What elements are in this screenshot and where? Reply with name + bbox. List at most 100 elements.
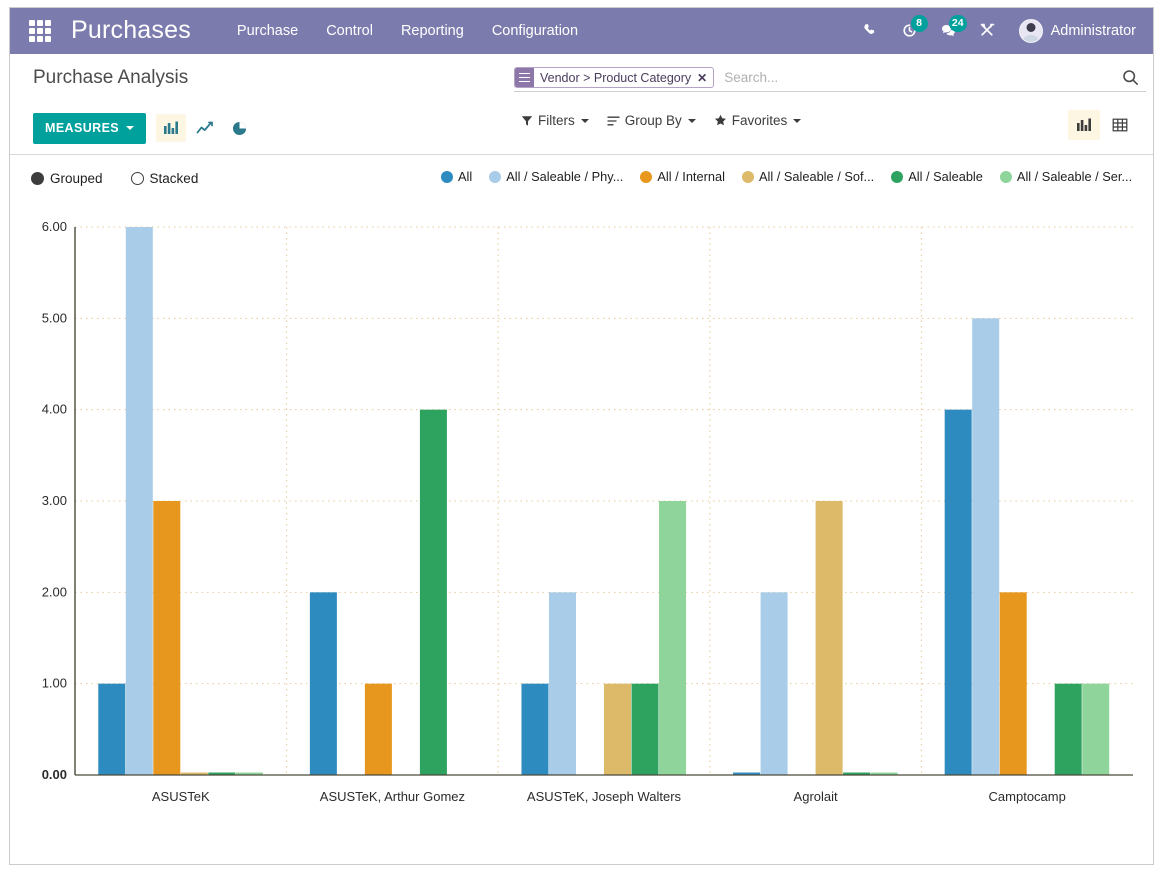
chart-bar[interactable] — [548, 592, 576, 775]
legend-label: All — [458, 169, 473, 184]
main-menu: Purchase Control Reporting Configuration — [223, 17, 592, 45]
phone-icon[interactable] — [856, 16, 886, 46]
chart-bar[interactable] — [98, 683, 126, 775]
y-axis-tick-label: 2.00 — [42, 584, 67, 599]
chart-bar[interactable] — [815, 501, 843, 775]
search-facet-label: Vendor > Product Category — [540, 70, 692, 85]
x-axis-tick-label: Camptocamp — [989, 789, 1066, 804]
legend-item[interactable]: All / Saleable / Ser... — [999, 169, 1133, 184]
group-by-dropdown[interactable]: Group By — [607, 113, 696, 128]
legend-color-swatch — [640, 170, 653, 183]
line-chart-icon[interactable] — [190, 114, 220, 142]
y-axis-tick-label: 4.00 — [42, 402, 67, 417]
chart-bar[interactable] — [631, 683, 659, 775]
legend-color-swatch — [891, 170, 904, 183]
chart-bar[interactable] — [521, 683, 549, 775]
x-axis-tick-label: ASUSTeK, Joseph Walters — [527, 789, 682, 804]
measures-button[interactable]: MEASURES — [33, 112, 147, 144]
chart-bar[interactable] — [659, 501, 687, 775]
chart-bar[interactable] — [604, 683, 632, 775]
search-facet-vendor-product-category[interactable]: Vendor > Product Category ✕ — [514, 67, 715, 88]
control-panel-bottom-row: MEASURES Filters Group By Favorites — [9, 102, 1154, 154]
mode-stacked-label: Stacked — [149, 170, 199, 186]
bar-chart-icon[interactable] — [156, 114, 187, 142]
chart-legend: All All / Saleable / Phy... All / Internal… — [441, 169, 1149, 184]
chart-bar[interactable] — [153, 501, 181, 775]
bar-chart-svg: 0.00 1.00 2.00 3.00 4.00 5.00 6.00 ASUSTeK ASUST… — [42, 219, 1133, 804]
user-menu[interactable]: Administrator — [1018, 18, 1136, 43]
legend-color-swatch — [999, 170, 1012, 183]
close-icon[interactable]: ✕ — [695, 68, 713, 87]
mode-grouped-radio[interactable]: Grouped — [31, 171, 103, 186]
chart-bar[interactable] — [760, 592, 788, 775]
x-axis-tick-label: Agrolait — [794, 789, 838, 804]
radio-indicator — [31, 171, 44, 185]
y-axis-tick-label: 6.00 — [42, 219, 67, 234]
group-by-icon — [607, 115, 620, 127]
legend-label: All / Saleable / Ser... — [1016, 169, 1133, 184]
graph-view: Grouped Stacked All All / Saleable / Phy.… — [9, 155, 1154, 855]
mode-stacked-radio[interactable]: Stacked — [130, 170, 199, 186]
chart-bar[interactable] — [309, 592, 337, 775]
menu-item-configuration[interactable]: Configuration — [478, 17, 592, 45]
top-navbar: Purchases Purchase Control Reporting Con… — [9, 7, 1154, 54]
search-view: Vendor > Product Category ✕ — [514, 64, 1146, 92]
legend-color-swatch — [741, 170, 754, 183]
chart-bar[interactable] — [419, 409, 447, 775]
messages-badge: 24 — [948, 14, 967, 32]
chevron-down-icon — [580, 118, 589, 123]
legend-label: All / Saleable / Sof... — [758, 169, 875, 184]
legend-color-swatch — [441, 170, 453, 183]
odoo-purchase-analysis-screen: Purchases Purchase Control Reporting Con… — [0, 0, 1163, 873]
legend-item[interactable]: All / Internal — [640, 169, 725, 184]
filters-dropdown[interactable]: Filters — [521, 113, 589, 128]
chart-bar[interactable] — [972, 318, 1000, 775]
chart-bar[interactable] — [125, 227, 153, 775]
y-axis-tick-label: 1.00 — [42, 676, 67, 691]
search-input[interactable] — [722, 69, 1146, 86]
favorites-dropdown[interactable]: Favorites — [714, 113, 802, 128]
page-title: Purchase Analysis — [33, 67, 189, 88]
search-options: Filters Group By Favorites — [521, 113, 819, 128]
chevron-down-icon — [687, 118, 696, 123]
avatar — [1018, 18, 1043, 43]
filter-icon — [521, 115, 533, 127]
pie-chart-icon[interactable] — [224, 114, 254, 142]
star-icon — [714, 114, 727, 127]
radio-indicator — [130, 171, 144, 185]
measures-button-label: MEASURES — [45, 121, 120, 135]
chart-bar[interactable] — [1082, 683, 1110, 775]
messages-icon[interactable]: 24 — [934, 14, 967, 46]
chart-mode-radios: Grouped Stacked — [31, 171, 226, 186]
app-brand-title[interactable]: Purchases — [71, 16, 191, 45]
chart-bar[interactable] — [944, 409, 972, 775]
legend-item[interactable]: All / Saleable / Sof... — [741, 169, 875, 184]
chevron-down-icon — [793, 118, 802, 123]
legend-label: All / Saleable / Phy... — [506, 169, 624, 184]
favorites-label: Favorites — [731, 113, 788, 128]
legend-item[interactable]: All / Saleable / Phy... — [489, 169, 623, 184]
pivot-view-icon[interactable] — [1104, 110, 1136, 140]
apps-grid-icon[interactable] — [29, 19, 51, 42]
graph-view-icon[interactable] — [1068, 110, 1100, 140]
search-icon[interactable] — [1121, 68, 1140, 92]
filters-label: Filters — [538, 113, 575, 128]
x-axis-tick-label: ASUSTeK — [152, 789, 210, 804]
chart-type-buttons — [156, 114, 258, 142]
chart-bar[interactable] — [1054, 683, 1082, 775]
group-by-facet-icon — [515, 68, 534, 87]
legend-item[interactable]: All — [441, 169, 472, 184]
legend-item[interactable]: All / Saleable — [891, 169, 983, 184]
navbar-right-actions: 8 24 Administrator — [847, 14, 1154, 46]
activity-clock-icon[interactable]: 8 — [895, 14, 928, 46]
y-axis-tick-label: 3.00 — [42, 493, 67, 508]
chart-canvas: 0.00 1.00 2.00 3.00 4.00 5.00 6.00 ASUSTeK ASUST… — [31, 217, 1141, 817]
chart-bar[interactable] — [999, 592, 1027, 775]
chart-bar[interactable] — [364, 683, 392, 775]
menu-item-purchase[interactable]: Purchase — [223, 17, 312, 45]
tools-icon[interactable] — [973, 16, 1003, 46]
menu-item-control[interactable]: Control — [312, 17, 387, 45]
menu-item-reporting[interactable]: Reporting — [387, 17, 478, 45]
group-by-label: Group By — [624, 113, 682, 128]
mode-grouped-label: Grouped — [50, 170, 103, 186]
